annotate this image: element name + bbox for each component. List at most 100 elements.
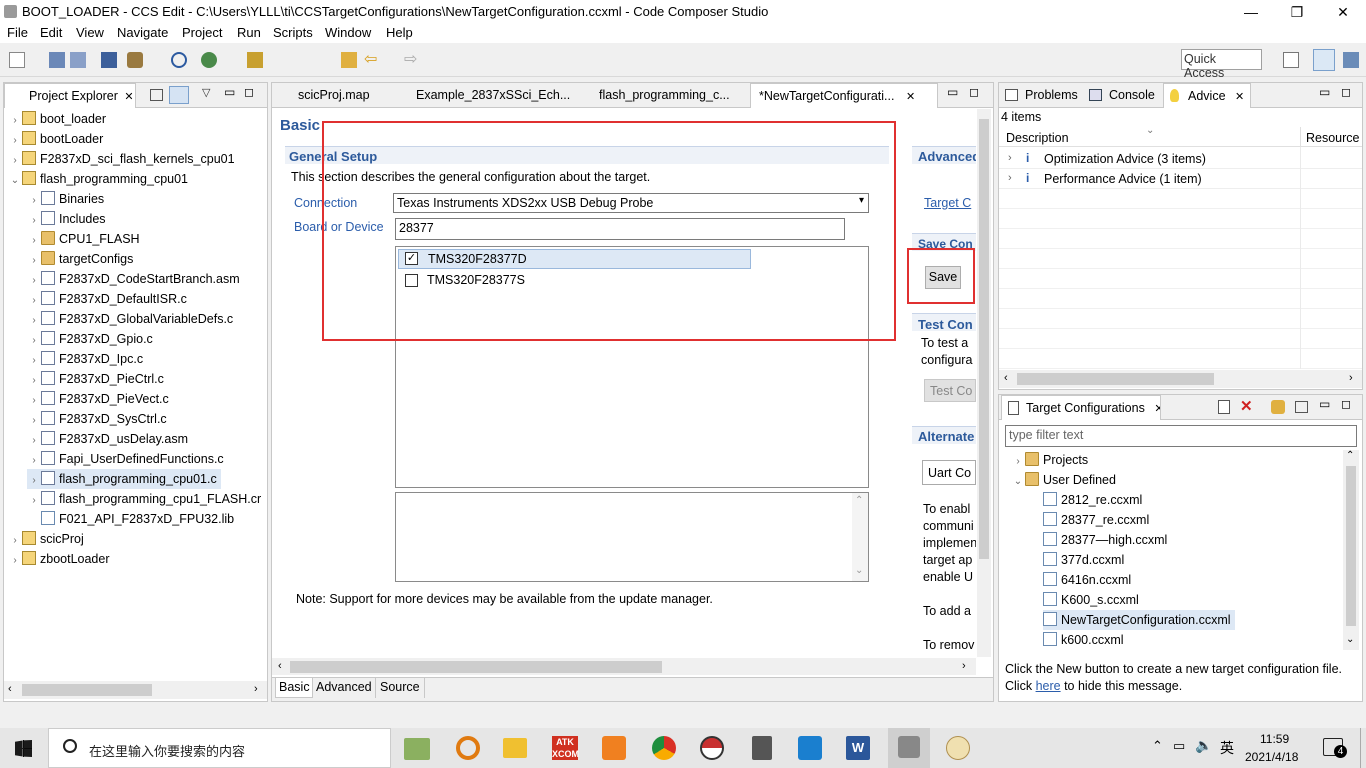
perspective-debug-icon[interactable]: [1343, 52, 1359, 68]
tree-item[interactable]: › flash_programming_cpu01.c: [27, 469, 221, 489]
test-connection-button[interactable]: Test Co: [924, 379, 976, 402]
forward-arrow-icon[interactable]: ⇨: [404, 52, 420, 68]
target-config-item[interactable]: NewTargetConfiguration.ccxml: [1043, 610, 1235, 630]
ime-indicator[interactable]: 英: [1220, 738, 1234, 758]
menu-navigate[interactable]: Navigate: [117, 25, 168, 40]
scroll-up-icon[interactable]: ⌃: [855, 495, 863, 506]
tree-item[interactable]: › flash_programming_cpu1_FLASH.cr: [27, 489, 265, 509]
debug-icon[interactable]: [201, 52, 217, 68]
maximize-view-icon[interactable]: ◻: [1341, 397, 1351, 411]
scroll-right-icon[interactable]: ›: [1349, 372, 1353, 384]
minimize-view-icon[interactable]: ▭: [224, 85, 235, 99]
target-config-item[interactable]: k600.ccxml: [1043, 630, 1128, 650]
target-config-item[interactable]: 6416n.ccxml: [1043, 570, 1135, 590]
column-description[interactable]: Description: [1006, 131, 1069, 145]
chrome-icon[interactable]: [652, 736, 676, 760]
tab-advanced[interactable]: Advanced: [314, 678, 376, 698]
tree-item[interactable]: › F2837xD_GlobalVariableDefs.c: [27, 309, 237, 329]
new-icon[interactable]: [9, 52, 25, 68]
tab-problems[interactable]: Problems: [1001, 83, 1085, 108]
build-icon[interactable]: [127, 52, 143, 68]
collapsed-chevron-icon[interactable]: ›: [27, 191, 41, 211]
horizontal-scrollbar[interactable]: ‹ ›: [4, 681, 267, 699]
collapsed-chevron-icon[interactable]: ›: [8, 111, 22, 131]
close-button[interactable]: ✕: [1320, 0, 1366, 24]
collapsed-chevron-icon[interactable]: ›: [27, 431, 41, 451]
minimize-button[interactable]: —: [1228, 0, 1274, 24]
tree-item[interactable]: › F2837xD_sci_flash_kernels_cpu01: [8, 149, 239, 169]
scroll-thumb[interactable]: [290, 661, 662, 673]
collapsed-chevron-icon[interactable]: ›: [27, 211, 41, 231]
tray-chevron-icon[interactable]: ⌃: [1152, 738, 1163, 754]
maximize-view-icon[interactable]: ◻: [969, 85, 979, 99]
minimize-view-icon[interactable]: ▭: [1319, 397, 1330, 411]
target-config-item[interactable]: ⌄ User Defined: [1011, 470, 1120, 490]
collapsed-chevron-icon[interactable]: ›: [1011, 452, 1025, 472]
clock-date[interactable]: 2021/4/18: [1245, 750, 1298, 764]
collapsed-chevron-icon[interactable]: ›: [27, 271, 41, 291]
menu-help[interactable]: Help: [386, 25, 413, 40]
collapsed-chevron-icon[interactable]: ›: [8, 551, 22, 571]
uart-communication-button[interactable]: Uart Co: [922, 460, 976, 485]
collapsed-chevron-icon[interactable]: ›: [8, 531, 22, 551]
link-icon[interactable]: [1271, 400, 1285, 414]
editor-horizontal-scrollbar[interactable]: ‹ ›: [272, 658, 976, 675]
delete-icon[interactable]: ✕: [1240, 397, 1253, 415]
tree-item[interactable]: › Includes: [27, 209, 110, 229]
file-explorer-icon[interactable]: [503, 738, 527, 758]
show-desktop-button[interactable]: [1360, 728, 1366, 768]
clock-time[interactable]: 11:59: [1260, 732, 1289, 746]
tab-new-target-configuration[interactable]: *NewTargetConfigurati... ✕: [750, 83, 938, 108]
collapsed-chevron-icon[interactable]: ›: [27, 351, 41, 371]
target-config-item[interactable]: › Projects: [1011, 450, 1092, 470]
vscode-icon[interactable]: [798, 736, 822, 760]
taskbar-search-box[interactable]: 在这里输入你要搜索的内容: [48, 728, 391, 768]
target-configuration-link[interactable]: Target C: [924, 196, 976, 210]
target-config-item[interactable]: 377d.ccxml: [1043, 550, 1128, 570]
collapsed-chevron-icon[interactable]: ›: [27, 311, 41, 331]
editor-vertical-scrollbar[interactable]: [977, 109, 991, 657]
tab-advice[interactable]: Advice ✕: [1163, 83, 1251, 108]
collapse-all-icon[interactable]: [1295, 401, 1308, 413]
tab-flash-programming[interactable]: flash_programming_c...: [575, 83, 750, 108]
close-icon[interactable]: ✕: [1235, 91, 1244, 103]
flash-icon[interactable]: [247, 52, 263, 68]
scroll-right-icon[interactable]: ›: [254, 683, 258, 695]
expand-icon[interactable]: ›: [1008, 172, 1012, 184]
close-icon[interactable]: ✕: [906, 91, 915, 103]
view-menu-icon[interactable]: ▽: [202, 86, 210, 99]
open-perspective-icon[interactable]: [1283, 52, 1299, 68]
expanded-chevron-icon[interactable]: ⌄: [1011, 472, 1025, 492]
target-tree-vertical-scrollbar[interactable]: ⌃ ⌄: [1343, 450, 1359, 650]
collapsed-chevron-icon[interactable]: ›: [8, 151, 22, 171]
expand-icon[interactable]: ›: [1008, 152, 1012, 164]
collapsed-chevron-icon[interactable]: ›: [27, 471, 41, 491]
vertical-scrollbar[interactable]: ⌃ ⌄: [852, 493, 868, 581]
tree-item[interactable]: › F2837xD_CodeStartBranch.asm: [27, 269, 244, 289]
maximize-view-icon[interactable]: ◻: [244, 85, 254, 99]
save-icon[interactable]: [49, 52, 65, 68]
collapsed-chevron-icon[interactable]: ›: [8, 131, 22, 151]
collapsed-chevron-icon[interactable]: ›: [27, 391, 41, 411]
scroll-left-icon[interactable]: ‹: [1004, 372, 1008, 384]
collapsed-chevron-icon[interactable]: ›: [27, 491, 41, 511]
tree-item[interactable]: › F2837xD_Gpio.c: [27, 329, 157, 349]
scroll-left-icon[interactable]: ‹: [278, 660, 282, 672]
pokeball-app-icon[interactable]: [700, 736, 724, 760]
paint-icon[interactable]: [946, 736, 970, 760]
collapsed-chevron-icon[interactable]: ›: [27, 411, 41, 431]
tree-item[interactable]: › CPU1_FLASH: [27, 229, 144, 249]
menu-edit[interactable]: Edit: [40, 25, 62, 40]
tree-item[interactable]: › F2837xD_PieVect.c: [27, 389, 173, 409]
advice-row[interactable]: › i Performance Advice (1 item): [999, 169, 1362, 189]
filter-input[interactable]: type filter text: [1005, 425, 1357, 447]
collapsed-chevron-icon[interactable]: ›: [27, 291, 41, 311]
collapsed-chevron-icon[interactable]: ›: [27, 451, 41, 471]
collapse-all-icon[interactable]: [150, 89, 163, 101]
tree-item[interactable]: › F2837xD_DefaultISR.c: [27, 289, 191, 309]
notification-center-icon[interactable]: 4: [1323, 738, 1347, 758]
target-config-item[interactable]: 28377_re.ccxml: [1043, 510, 1153, 530]
expanded-chevron-icon[interactable]: ⌄: [8, 171, 22, 191]
menu-view[interactable]: View: [76, 25, 104, 40]
scroll-thumb[interactable]: [979, 119, 989, 559]
